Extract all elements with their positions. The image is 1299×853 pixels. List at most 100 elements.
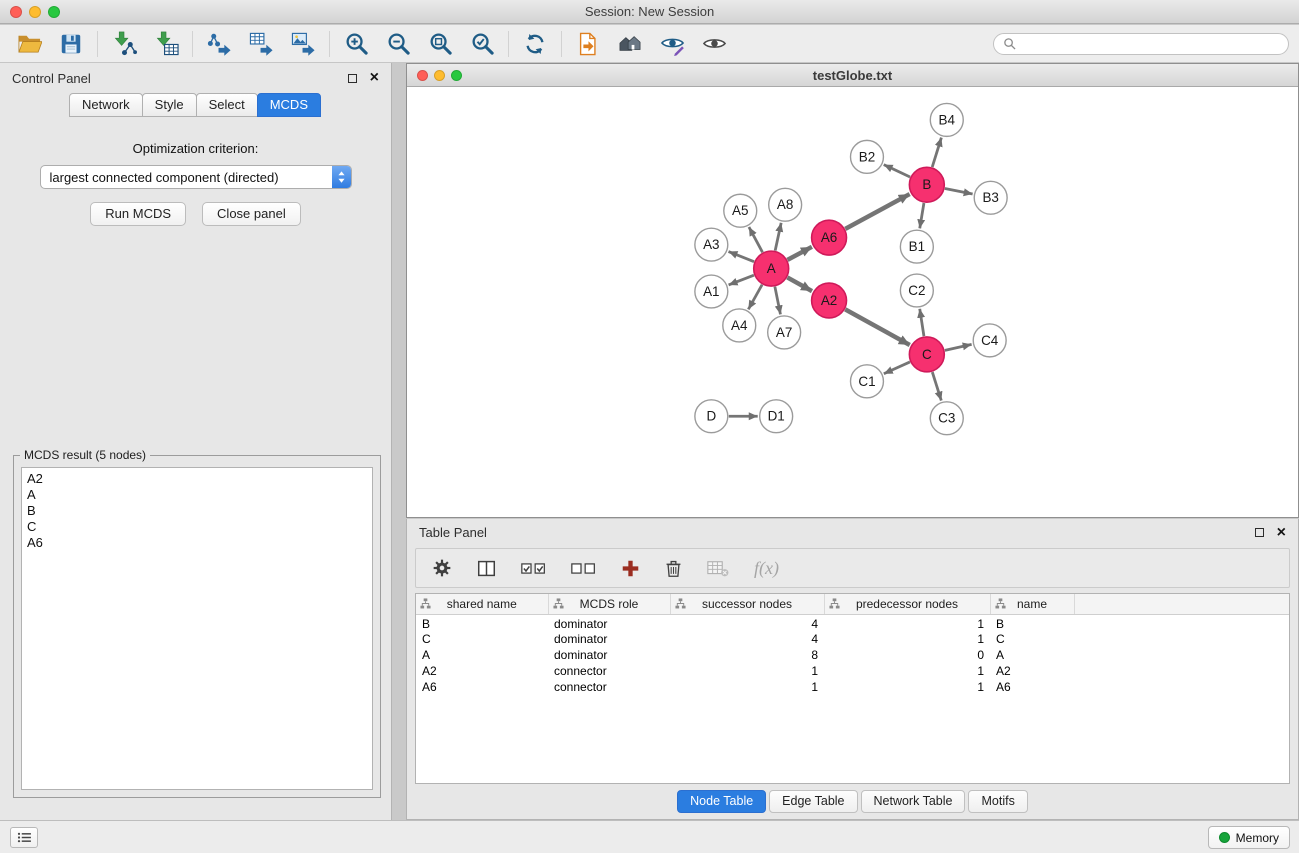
float-table-panel-icon[interactable] — [1255, 528, 1264, 537]
export-network-button[interactable] — [198, 28, 240, 60]
close-panel-icon[interactable]: × — [370, 70, 379, 86]
table-cell[interactable]: C — [416, 631, 548, 647]
table-cell[interactable]: 4 — [670, 631, 824, 647]
mcds-result-item[interactable]: A6 — [27, 535, 367, 551]
graph-edge-B-B2[interactable] — [884, 165, 910, 177]
graph-edge-A-A8[interactable] — [775, 223, 781, 251]
graph-node-B4[interactable]: B4 — [930, 103, 963, 136]
column-header-shared-name[interactable]: shared name — [416, 594, 548, 614]
table-cell[interactable]: A6 — [416, 679, 548, 695]
import-table-button[interactable] — [145, 28, 187, 60]
table-cell[interactable]: C — [990, 631, 1074, 647]
graph-node-C2[interactable]: C2 — [900, 274, 933, 307]
first-neighbors-button[interactable] — [567, 28, 609, 60]
graph-node-A[interactable]: A — [754, 251, 789, 286]
mcds-result-item[interactable]: A2 — [27, 471, 367, 487]
graph-edge-A-A7[interactable] — [775, 287, 781, 315]
graph-edge-C-C4[interactable] — [945, 344, 972, 350]
column-header-mcds-role[interactable]: MCDS role — [548, 594, 670, 614]
add-row-button[interactable] — [621, 559, 640, 578]
optimization-criterion-dropdown[interactable]: largest connected component (directed) — [40, 165, 352, 189]
network-canvas[interactable]: B4B2BB3A5A8A6B1A3AA1C2A2A4A7C4CC1C3DD1 — [407, 87, 1298, 517]
graph-edge-A-A4[interactable] — [748, 285, 762, 310]
network-window-titlebar[interactable]: testGlobe.txt — [407, 64, 1298, 87]
table-cell[interactable]: dominator — [548, 647, 670, 663]
graph-node-C1[interactable]: C1 — [851, 365, 884, 398]
graph-node-B2[interactable]: B2 — [851, 140, 884, 173]
graph-edge-A-A3[interactable] — [728, 252, 754, 262]
task-history-button[interactable] — [10, 827, 38, 848]
search-input[interactable] — [1022, 37, 1279, 51]
column-header-name[interactable]: name — [990, 594, 1074, 614]
table-tab-network-table[interactable]: Network Table — [861, 790, 966, 813]
network-graph[interactable]: B4B2BB3A5A8A6B1A3AA1C2A2A4A7C4CC1C3DD1 — [407, 87, 1298, 517]
table-row[interactable]: Cdominator41C — [416, 631, 1289, 647]
table-cell[interactable]: 1 — [824, 631, 990, 647]
table-cell[interactable]: 1 — [670, 663, 824, 679]
graph-node-A2[interactable]: A2 — [812, 283, 847, 318]
graph-node-D1[interactable]: D1 — [760, 400, 793, 433]
graph-node-C3[interactable]: C3 — [930, 402, 963, 435]
save-session-button[interactable] — [50, 28, 92, 60]
table-cell[interactable]: A — [416, 647, 548, 663]
graph-edge-B-B1[interactable] — [920, 203, 924, 228]
table-cell[interactable]: 4 — [670, 614, 824, 631]
open-session-button[interactable] — [8, 28, 50, 60]
graph-node-C[interactable]: C — [909, 337, 944, 372]
graph-node-B3[interactable]: B3 — [974, 181, 1007, 214]
column-header-successor-nodes[interactable]: successor nodes — [670, 594, 824, 614]
table-settings-button[interactable] — [432, 558, 452, 578]
graph-edge-C-C1[interactable] — [884, 362, 910, 374]
memory-button[interactable]: Memory — [1208, 826, 1290, 849]
graph-edge-A6-B[interactable] — [845, 194, 909, 229]
mcds-result-item[interactable]: B — [27, 503, 367, 519]
graph-edge-A-A1[interactable] — [729, 275, 754, 285]
table-tab-node-table[interactable]: Node Table — [677, 790, 766, 813]
search-box[interactable] — [993, 33, 1289, 55]
graph-node-A7[interactable]: A7 — [768, 316, 801, 349]
float-panel-icon[interactable] — [348, 74, 357, 83]
table-cell[interactable]: A6 — [990, 679, 1074, 695]
zoom-selected-button[interactable] — [461, 28, 503, 60]
table-cell[interactable]: 1 — [824, 679, 990, 695]
export-image-button[interactable] — [282, 28, 324, 60]
table-cell[interactable]: B — [416, 614, 548, 631]
graph-edge-B-B3[interactable] — [945, 188, 973, 194]
close-table-panel-icon[interactable]: × — [1277, 525, 1286, 541]
mcds-result-list[interactable]: A2ABCA6 — [21, 467, 373, 790]
table-cell[interactable]: A — [990, 647, 1074, 663]
table-cell[interactable]: dominator — [548, 614, 670, 631]
graph-edge-A-A5[interactable] — [749, 227, 763, 252]
mcds-result-item[interactable]: C — [27, 519, 367, 535]
table-cell[interactable]: 1 — [670, 679, 824, 695]
show-columns-button[interactable] — [477, 559, 496, 578]
table-cell[interactable]: B — [990, 614, 1074, 631]
graph-node-A6[interactable]: A6 — [812, 220, 847, 255]
control-tab-select[interactable]: Select — [196, 93, 258, 117]
graph-node-A3[interactable]: A3 — [695, 228, 728, 261]
graph-edge-A2-C[interactable] — [845, 309, 910, 345]
close-panel-button[interactable]: Close panel — [202, 202, 301, 226]
table-cell[interactable]: dominator — [548, 631, 670, 647]
function-builder-button[interactable]: f(x) — [754, 558, 779, 579]
export-table-button[interactable] — [240, 28, 282, 60]
graph-node-A4[interactable]: A4 — [723, 309, 756, 342]
table-cell[interactable]: A2 — [990, 663, 1074, 679]
select-all-button[interactable] — [521, 561, 546, 576]
delete-table-button[interactable] — [707, 560, 729, 577]
column-header-predecessor-nodes[interactable]: predecessor nodes — [824, 594, 990, 614]
refresh-view-button[interactable] — [514, 28, 556, 60]
graph-edge-B-B4[interactable] — [932, 138, 941, 168]
table-cell[interactable]: 8 — [670, 647, 824, 663]
zoom-in-button[interactable] — [335, 28, 377, 60]
table-row[interactable]: Adominator80A — [416, 647, 1289, 663]
table-tab-motifs[interactable]: Motifs — [968, 790, 1027, 813]
graph-node-A8[interactable]: A8 — [769, 188, 802, 221]
graph-node-A1[interactable]: A1 — [695, 275, 728, 308]
control-tab-network[interactable]: Network — [69, 93, 143, 117]
table-tab-edge-table[interactable]: Edge Table — [769, 790, 857, 813]
dropdown-stepper-icon[interactable] — [332, 165, 351, 189]
table-cell[interactable]: connector — [548, 663, 670, 679]
graph-node-B[interactable]: B — [909, 167, 944, 202]
table-cell[interactable]: 1 — [824, 663, 990, 679]
